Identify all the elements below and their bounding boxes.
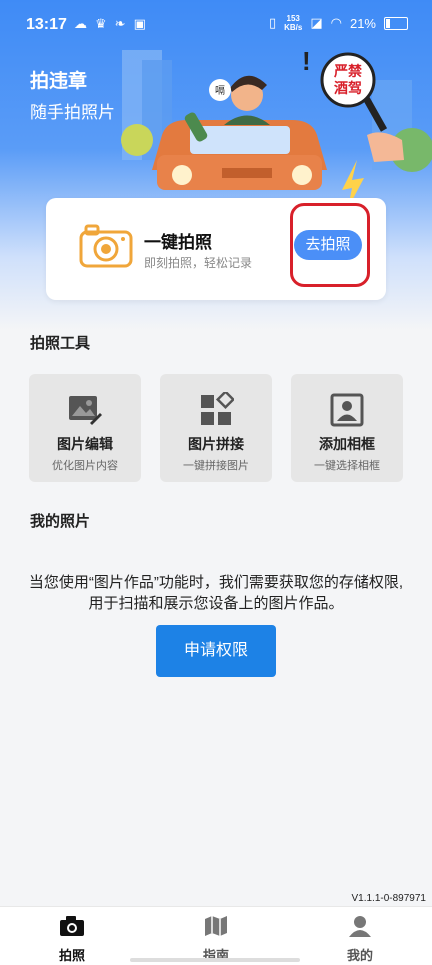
tab-label: 我的 bbox=[346, 948, 373, 963]
grid-icon bbox=[201, 392, 234, 425]
wifi-icon: ◠ bbox=[330, 15, 342, 30]
battery-percent: 21% bbox=[349, 15, 376, 31]
tool-image-stitch[interactable]: 图片拼接 一键拼接图片 bbox=[160, 374, 272, 482]
request-permission-button[interactable]: 申请权限 bbox=[156, 625, 276, 677]
home-indicator bbox=[130, 958, 300, 962]
tab-guide[interactable]: 指南 bbox=[176, 915, 256, 964]
crown-icon: ♛ bbox=[95, 16, 107, 31]
photos-heading: 我的照片 bbox=[30, 513, 91, 530]
drunk-driving-illustration: 嗝 严禁 酒驾 ! bbox=[121, 46, 432, 208]
tool-desc: 一键拼接图片 bbox=[183, 460, 249, 472]
cloud-icon: ☁ bbox=[74, 16, 87, 31]
tool-name: 添加相框 bbox=[319, 436, 375, 452]
sign-line2: 酒驾 bbox=[334, 80, 362, 96]
card-subtitle: 即刻拍照，轻松记录 bbox=[144, 256, 253, 270]
version-label: V1.1.1-0-897971 bbox=[351, 893, 426, 904]
tab-label: 拍照 bbox=[58, 948, 85, 963]
vibrate-icon: ▯ bbox=[268, 15, 277, 30]
svg-text:!: ! bbox=[302, 46, 311, 76]
tool-desc: 优化图片内容 bbox=[52, 460, 118, 472]
portrait-frame-icon bbox=[330, 393, 364, 427]
permission-text: 当您使用“图片作品”功能时，我们需要获取您的存储权限,用于扫描和展示您设备上的图… bbox=[28, 574, 404, 612]
net-speed: 153 KB/s bbox=[284, 14, 303, 32]
status-time: 13:17 bbox=[26, 16, 67, 33]
signal-icon: ◪ bbox=[310, 15, 323, 30]
page-subtitle: 随手拍照片 bbox=[30, 103, 115, 122]
tool-image-edit[interactable]: 图片编辑 优化图片内容 bbox=[29, 374, 141, 482]
battery-icon bbox=[384, 16, 408, 30]
page-title: 拍违章 bbox=[30, 71, 88, 92]
highlight-annotation bbox=[290, 203, 370, 287]
person-icon bbox=[349, 916, 371, 937]
system-icons: ▯ 153 KB/s ◪ ◠ 21% bbox=[269, 14, 408, 32]
bubble-text: 嗝 bbox=[215, 85, 225, 97]
camera-icon bbox=[79, 224, 133, 268]
map-icon bbox=[205, 916, 227, 936]
leaf-icon: ❧ bbox=[114, 16, 126, 31]
bottom-tab-bar: 拍照 指南 我的 bbox=[0, 906, 432, 965]
tool-name: 图片拼接 bbox=[188, 436, 244, 452]
tool-desc: 一键选择相框 bbox=[314, 460, 380, 472]
tool-name: 图片编辑 bbox=[57, 436, 113, 452]
card-title: 一键拍照 bbox=[144, 233, 212, 252]
tab-photo[interactable]: 拍照 bbox=[32, 915, 112, 964]
sign-line1: 严禁 bbox=[333, 63, 362, 79]
camera-icon bbox=[60, 916, 84, 936]
tools-heading: 拍照工具 bbox=[30, 335, 91, 352]
image-edit-icon bbox=[69, 396, 102, 425]
notification-icons: ☁ ♛ ❧ ▣ bbox=[74, 16, 146, 32]
tool-add-frame[interactable]: 添加相框 一键选择相框 bbox=[291, 374, 403, 482]
play-icon: ▣ bbox=[133, 16, 146, 31]
tab-profile[interactable]: 我的 bbox=[320, 915, 400, 964]
